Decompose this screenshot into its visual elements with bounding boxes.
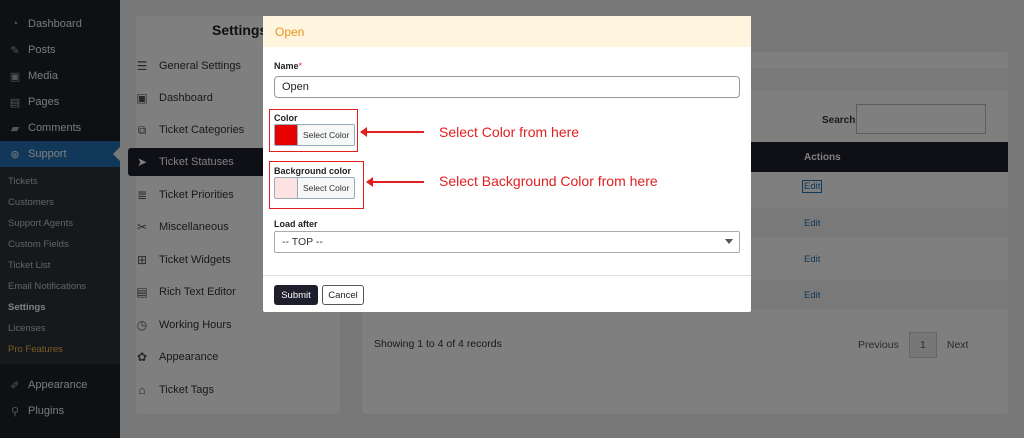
load-after-label: Load after — [274, 219, 318, 229]
name-label: Name* — [274, 61, 302, 71]
modal-header: Open — [263, 16, 751, 47]
annotation-background-color-note: Select Background Color from here — [439, 173, 658, 189]
annotation-color-note: Select Color from here — [439, 124, 580, 140]
load-after-value: -- TOP -- — [282, 236, 323, 248]
highlight-box-background-color — [269, 161, 364, 209]
name-label-text: Name — [274, 61, 299, 71]
required-mark: * — [298, 61, 303, 71]
highlight-box-color — [269, 109, 358, 152]
name-input[interactable] — [274, 76, 740, 98]
edit-status-modal: Open Name* Color Select Color Background… — [263, 16, 751, 312]
annotation-arrow-background-color — [366, 177, 424, 187]
annotation-arrow-color — [360, 127, 424, 137]
chevron-down-icon — [725, 239, 733, 244]
modal-title: Open — [275, 24, 305, 39]
load-after-select[interactable]: -- TOP -- — [274, 231, 740, 253]
modal-divider — [263, 275, 751, 276]
cancel-button[interactable]: Cancel — [322, 285, 364, 305]
submit-button[interactable]: Submit — [274, 285, 318, 305]
